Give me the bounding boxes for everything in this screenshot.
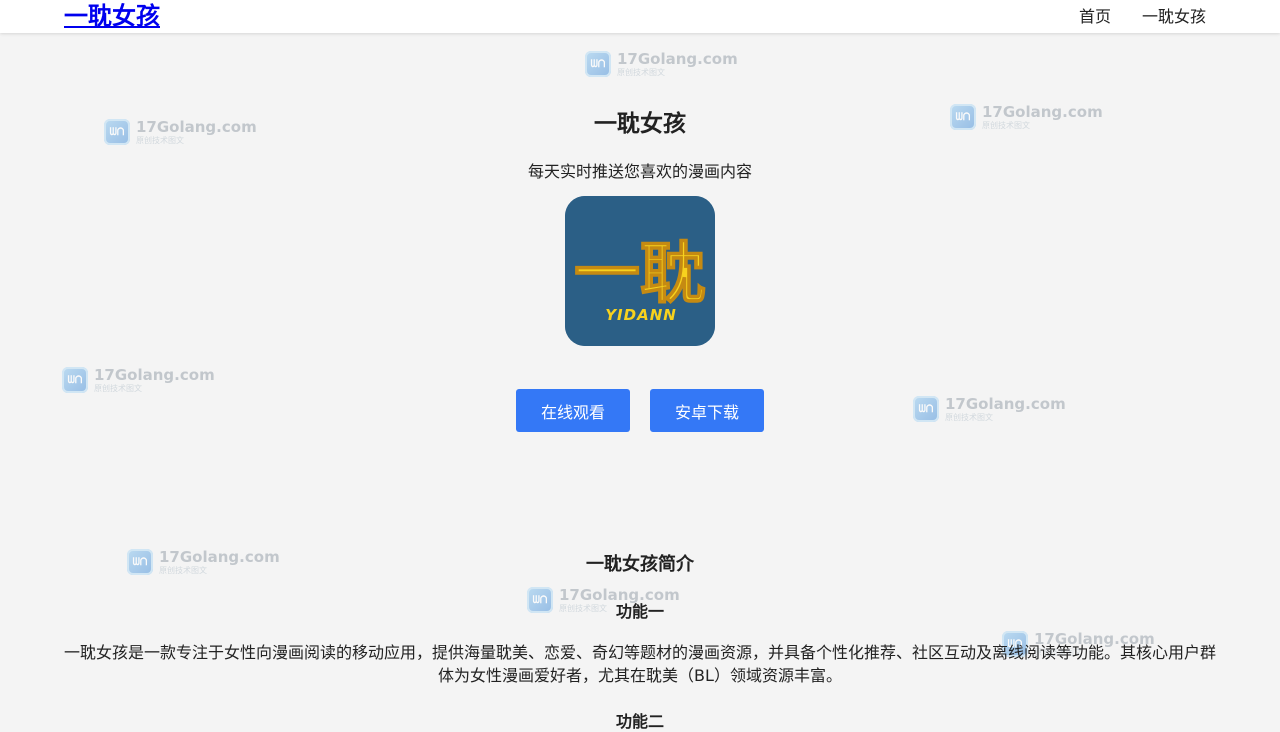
nav-link-app[interactable]: 一耽女孩 (1142, 0, 1206, 33)
watermark-site: 17Golang.com (617, 49, 738, 68)
feature-title: 功能一 (615, 602, 664, 621)
brand-link[interactable]: 一耽女孩 (64, 1, 160, 31)
watermark-tagline: 原创技术图文 (94, 383, 142, 393)
nav-link-home[interactable]: 首页 (1079, 0, 1111, 33)
watermark-tagline: 原创技术图文 (945, 412, 993, 422)
watch-online-button[interactable]: 在线观看 (516, 389, 630, 432)
page-title: 一耽女孩 (594, 111, 686, 137)
watermark-site: 17Golang.com (94, 365, 215, 384)
watermark-logo-icon: ᗯᑎ (585, 51, 611, 77)
main-nav: 首页 一耽女孩 (1079, 0, 1206, 33)
watermark-logo-icon: ᗯᑎ (62, 367, 88, 393)
intro-section-title: 一耽女孩简介 (586, 554, 694, 575)
watermark-logo-icon: ᗯᑎ (913, 396, 939, 422)
app-logo-wordmark: YIDANN (605, 306, 677, 324)
hero-subtitle: 每天实时推送您喜欢的漫画内容 (527, 162, 752, 181)
feature-description: 一耽女孩是一款专注于女性向漫画阅读的移动应用，提供海量耽美、恋爱、奇幻等题材的漫… (64, 643, 1217, 685)
watermark-site: 17Golang.com (945, 394, 1066, 413)
feature-title-next: 功能二 (615, 712, 664, 731)
watermark: ᗯᑎ 17Golang.com 原创技术图文 (913, 396, 1066, 422)
app-logo-glyph: 一耽 (574, 235, 706, 312)
app-icon: 一耽 YIDANN (565, 196, 715, 346)
app-logo-icon: 一耽 YIDANN (565, 196, 715, 346)
watermark: ᗯᑎ 17Golang.com 原创技术图文 (585, 51, 738, 77)
android-download-button[interactable]: 安卓下载 (650, 389, 764, 432)
watermark: ᗯᑎ 17Golang.com 原创技术图文 (62, 367, 215, 393)
watermark-tagline: 原创技术图文 (617, 67, 665, 77)
top-navbar: 一耽女孩 首页 一耽女孩 (0, 0, 1280, 33)
